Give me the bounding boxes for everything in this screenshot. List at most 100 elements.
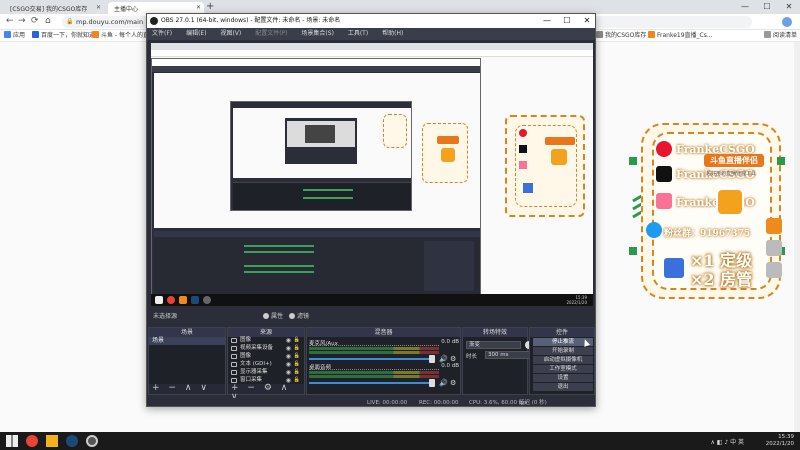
menu-help[interactable]: 帮助(H) <box>382 30 403 37</box>
add-scene-button[interactable]: + <box>152 383 160 393</box>
volume-slider-handle[interactable] <box>429 379 435 387</box>
preview-banner <box>545 137 575 145</box>
mini-live-panel <box>422 123 468 183</box>
maximize-button[interactable]: ☐ <box>557 14 577 28</box>
maximize-button[interactable]: ☐ <box>756 0 778 14</box>
side-play-icon[interactable] <box>766 218 782 234</box>
lock-icon[interactable]: 🔓 <box>294 369 300 376</box>
source-item[interactable]: 视频采集设备 ◉ 🔓 <box>228 345 304 352</box>
eye-icon[interactable]: ◉ <box>286 361 291 368</box>
menu-profile[interactable]: 配置文件(P) <box>255 30 287 37</box>
meter-ticks <box>309 345 439 346</box>
tiktok-icon <box>519 145 527 153</box>
mini-meter <box>244 251 314 253</box>
remove-source-button[interactable]: − <box>247 383 255 393</box>
bookmark-baidu[interactable]: 百度一下，你就知道 <box>32 31 95 41</box>
scene-item[interactable]: 场景 <box>149 337 225 345</box>
menu-view[interactable]: 视图(V) <box>220 30 241 37</box>
remove-scene-button[interactable]: − <box>168 383 176 393</box>
lock-icon[interactable]: 🔓 <box>294 353 300 360</box>
volume-meter <box>309 375 439 378</box>
studio-mode-button[interactable]: 工作室模式 <box>533 365 593 373</box>
move-down-button[interactable]: ∨ <box>200 383 207 393</box>
lock-icon[interactable]: 🔓 <box>294 337 300 344</box>
menu-edit[interactable]: 编辑(E) <box>186 30 206 37</box>
home-button[interactable]: ⌂ <box>45 16 51 26</box>
profile-avatar[interactable] <box>782 17 792 27</box>
obs-preview[interactable] <box>151 43 593 306</box>
speaker-icon[interactable]: 🔊 <box>439 355 448 363</box>
nested-obs-preview <box>154 73 480 228</box>
volume-slider[interactable] <box>309 358 431 360</box>
gear-icon[interactable]: ⚙ <box>450 355 456 363</box>
move-up-button[interactable]: ∧ <box>185 383 192 393</box>
start-recording-button[interactable]: 开始录制 <box>533 347 593 355</box>
speaker-icon[interactable]: 🔊 <box>439 379 448 387</box>
lock-icon[interactable]: 🔓 <box>294 345 300 352</box>
obs-titlebar: OBS 27.0.1 (64-bit, windows) - 配置文件: 未命名… <box>147 14 595 28</box>
close-button[interactable]: ✕ <box>577 14 595 28</box>
side-fullscreen-icon[interactable] <box>766 262 782 278</box>
camera-icon <box>231 346 237 351</box>
nested-obs-menu <box>152 66 480 72</box>
folder-icon[interactable] <box>46 435 58 447</box>
gear-icon[interactable]: ⚙ <box>450 379 456 387</box>
nested-obs-title <box>152 59 480 66</box>
minimize-button[interactable]: — <box>537 14 557 28</box>
chrome-icon[interactable] <box>26 435 38 447</box>
menu-scene-collection[interactable]: 场景集合(S) <box>301 30 334 37</box>
source-item[interactable]: 图像 ◉ 🔓 <box>228 353 304 360</box>
close-icon[interactable]: ✕ <box>196 4 201 11</box>
obs-logo-icon <box>150 17 158 25</box>
lock-icon[interactable]: 🔓 <box>294 377 300 384</box>
mixer-dock: 混音器 麦克风/Aux 0.0 dB 🔊 ⚙ 桌面音频 0.0 dB 🔊 ⚙ <box>306 327 461 395</box>
bookmark-franke[interactable]: Franke19直播_Cs... <box>648 31 713 41</box>
obs-icon[interactable] <box>86 435 98 447</box>
close-button[interactable]: ✕ <box>778 0 800 14</box>
apps-icon <box>4 31 11 38</box>
eye-icon[interactable]: ◉ <box>286 345 291 352</box>
move-up-button[interactable]: ∧ <box>281 383 288 393</box>
transition-select[interactable]: 渐变 <box>466 341 521 349</box>
green-marker <box>629 157 637 165</box>
virtual-camera-button[interactable]: 启动虚拟摄像机 <box>533 356 593 364</box>
lock-icon[interactable]: 🔓 <box>294 361 300 368</box>
bookmark-csgo[interactable]: 我的CSGO库存 <box>596 31 646 41</box>
source-settings-button[interactable]: ⚙ <box>264 383 272 393</box>
exit-button[interactable]: 退出 <box>533 383 593 391</box>
eye-icon[interactable]: ◉ <box>286 337 291 344</box>
bookmark-apps[interactable]: 应用 <box>4 31 25 41</box>
menu-tools[interactable]: 工具(T) <box>348 30 368 37</box>
back-button[interactable]: ← <box>6 16 14 26</box>
tray-icons[interactable]: ∧ ◧ ♪ 中 英 <box>710 437 744 446</box>
source-item[interactable]: 显示器采集 ◉ 🔓 <box>228 369 304 376</box>
side-share-icon[interactable] <box>766 240 782 256</box>
source-item[interactable]: 图像 ◉ 🔓 <box>228 337 304 344</box>
windows-start-icon[interactable] <box>6 435 18 447</box>
mini-meter <box>303 189 353 191</box>
close-icon[interactable]: ✕ <box>96 4 101 11</box>
settings-button[interactable]: 设置 <box>533 374 593 382</box>
source-item[interactable]: 文本 (GDI+) ◉ 🔓 <box>228 361 304 368</box>
reload-button[interactable]: ⟳ <box>31 16 39 26</box>
forward-button[interactable]: → <box>18 16 26 26</box>
reading-list[interactable]: 阅读清单 <box>764 31 797 41</box>
source-toolbar: 未选择源 属性 滤镜 <box>151 311 593 323</box>
minimize-button[interactable]: — <box>734 0 756 14</box>
properties-button[interactable]: 属性 <box>263 311 283 323</box>
new-tab-button[interactable]: + <box>206 1 214 12</box>
menu-file[interactable]: 文件(F) <box>152 30 172 37</box>
taskbar-clock[interactable]: 15:39 2022/1/20 <box>766 434 794 448</box>
browser-tab-csgo[interactable]: [CSGO交易] 我的CSGO库存 ✕ <box>4 2 104 14</box>
eye-icon[interactable]: ◉ <box>286 353 291 360</box>
steam-icon[interactable] <box>66 435 78 447</box>
duration-input[interactable]: 300 ms <box>485 351 533 359</box>
volume-slider-handle[interactable] <box>429 355 435 363</box>
sources-dock-footer: + − ⚙ ∧ ∨ <box>228 383 304 402</box>
eye-icon[interactable]: ◉ <box>286 369 291 376</box>
page-scrollbar[interactable] <box>794 42 800 432</box>
baidu-icon <box>32 31 39 38</box>
filters-button[interactable]: 滤镜 <box>289 311 309 323</box>
gear-icon <box>263 313 269 319</box>
volume-slider[interactable] <box>309 382 431 384</box>
